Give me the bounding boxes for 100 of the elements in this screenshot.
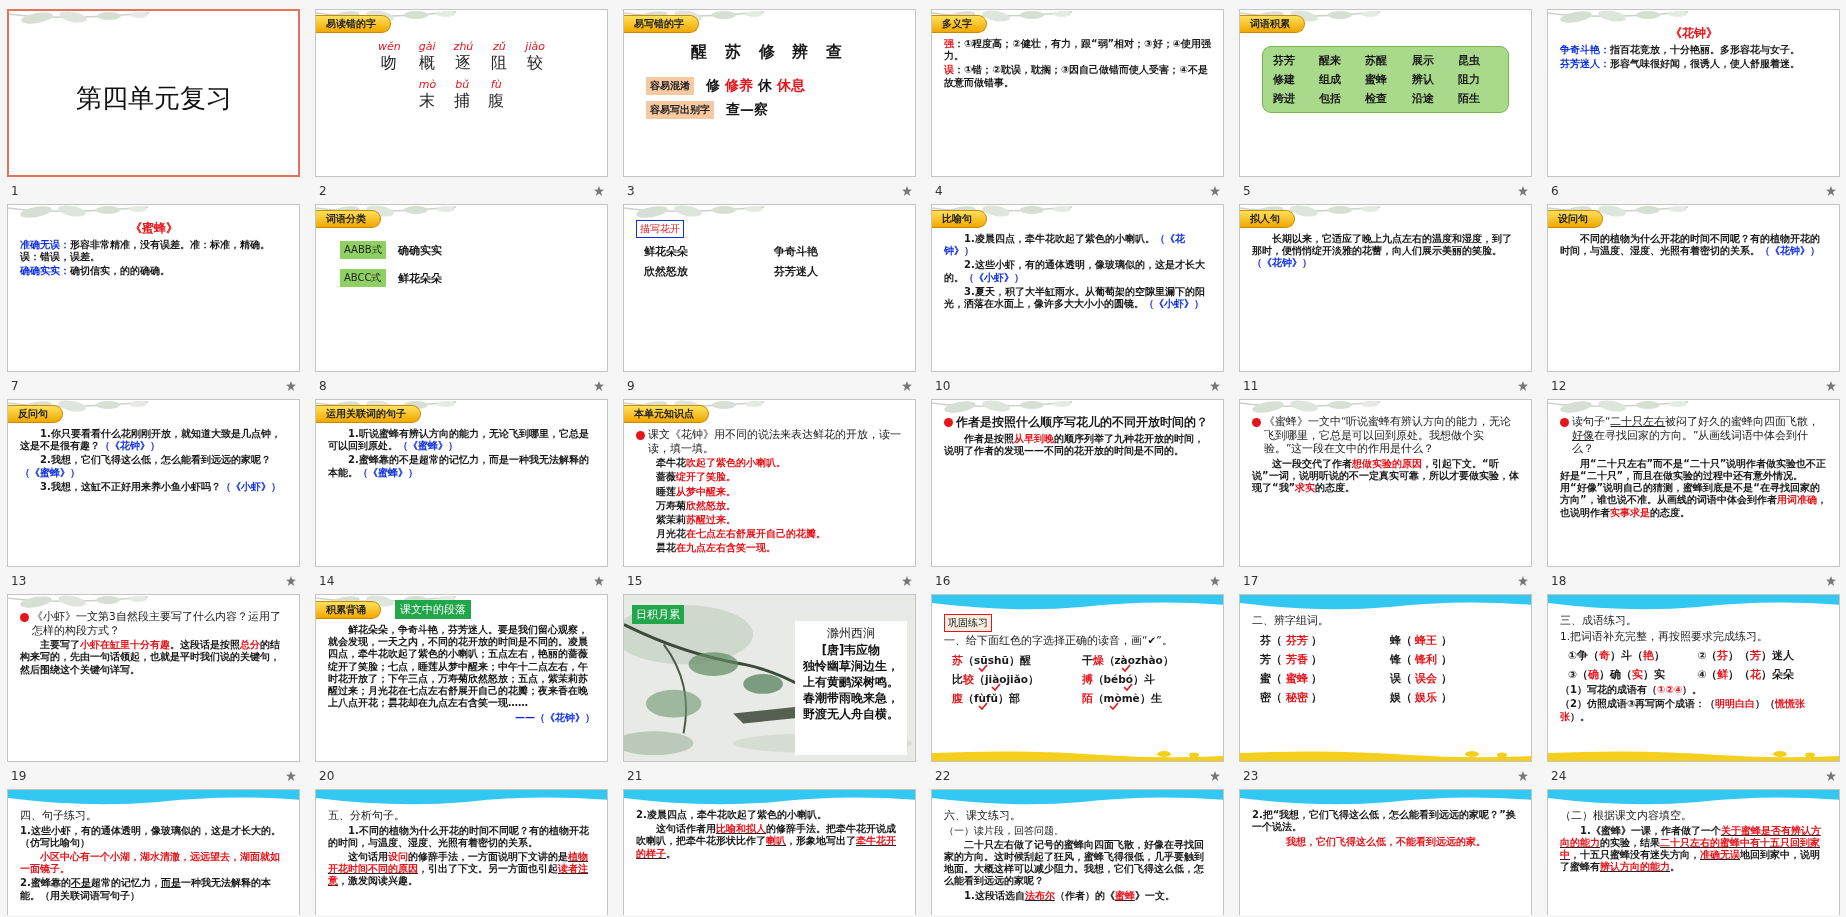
poem-line: 春潮带雨晚来急， [803,691,899,706]
paragraph: 这一段交代了作者想做实验的原因，引起下文。“听说”一词，说明听说的不一定真实可靠，所以才要做实验，体现了“我”求实的态度。 [1252,457,1519,495]
slide-thumbnail[interactable]: 易读错的字 wěn 吻 gài 概 zhú 逐 zǔ 阻 jiào 较 mò 末 bǔ 捕 fù 腹 [315,9,608,177]
section-tag: 积累背诵 [316,600,381,619]
slide-thumbnail[interactable]: 词语积累 芬芳 醒来 苏醒 展示 昆虫 修建 组成 蜜蜂 辨认 阻力 跨进 包括 检查 沿途 陌生 [1239,9,1532,177]
slide-thumbnail[interactable]: 本单元知识点 课文《花钟》用不同的说法来表达鲜花的开放，读一读，填一填。 牵牛花吹起了紫色的小喇叭。 蔷薇绽开了笑脸。 睡莲从梦中醒来。 万寿菊欣然怒放。 紫茉莉苏醒过来。 月光花在七点左右舒展开自己的花瓣。 昙花在九点左右含笑一现。 [623,399,916,567]
word-label: 苏（sūshū）醒 [952,653,1031,668]
paragraph: 《蜜蜂》 [128,220,179,237]
poem-line: 野渡无人舟自横。 [803,707,899,722]
paragraph: （2）仿照成语③再写两个成语：（明明白白）（慌慌张张）。 [1560,698,1807,723]
slide-number: 12 [1551,378,1567,393]
word-label: 蜂（ 蜂王 ） [1389,633,1452,648]
paragraph: 用“二十只左右”而不是“二十只”说明作者做实验也不正好是“二十只”，而且在做实验的过程中还有意外情况。用“好像”说明自己的猜测，蜜蜂到底是不是“在寻找回家的方向”，谁也说不准。从画线的词语中体会到作者用词准确，也说明作者实事求是的态度。 [1560,457,1827,519]
paragraph: 《小虾》一文第3自然段主要写了什么内容？运用了怎样的构段方式？ [32,610,282,638]
slide-thumbnail[interactable]: 二、辨字组词。 芬（ 芬芳 ） 蜂（ 蜂王 ） 芳（ 芳香 ） 锋（ 锋利 ） 蜜（ 蜜蜂 ） 误（ 误会 ） 密（ 秘密 ） 娱（ 娱乐 ） [1239,594,1532,762]
exercise-label: 巩固练习 [944,614,992,632]
slide-thumbnail[interactable]: 积累背诵 课文中的段落 鲜花朵朵，争奇斗艳，芬芳迷人。要是我们留心观察，就会发现，一天之内，不同的花开放的时间是不同的。凌晨四点，牵牛花吹起了紫色的小喇叭；五点左右，艳丽的蔷薇绽开了笑脸；七点，睡莲从梦中醒来；中午十二点左右，午时花开放了；下午三点，万寿菊欣然怒放；五点，紫茉莉苏醒过来；月光花在七点左右舒展开自己的花瓣；夜来香在晚上八点开花；昙花却在九点左右含笑一现…… ——（《花钟》） [315,594,608,762]
pinyin-label: mò [418,78,437,91]
paragraph: 1.凌晨四点，牵牛花吹起了紫色的小喇叭。（《花钟》） [944,233,1186,258]
paragraph: 一、给下面红色的字选择正确的读音，画“✔”。 [944,634,1174,648]
slide-number: 10 [935,378,951,393]
slide-thumbnail[interactable]: 三、成语练习。 1.把词语补充完整，再按照要求完成练习。 ①争（奇）斗（艳） ②（芬）（芳）迷人 ③（确）确（实）实 ④（鲜）（花）朵朵 （1）写花的成语有（①②④）。 （2）仿照成语③再写两个成语：（明明白白）（慌慌张张）。 [1547,594,1840,762]
slide-thumbnail[interactable]: 反问句 1.你只要看看什么花刚刚开放，就知道大致是几点钟，这是不是很有趣？（《花钟》） 2.我想，它们飞得这么低，怎么能看到远远的家呢？ （《蜜蜂》） 3.我想，这缸不正好用来养小鱼小虾吗？（《小虾》） [7,399,300,567]
paragraph: （一）读片段，回答问题。 [944,824,1065,837]
category-label: AABB式 [340,241,386,259]
word-label: 比较（jiàojiǎo） [952,672,1039,687]
word-label: 争奇斗艳 [773,244,818,259]
character-label: 概 [419,53,436,74]
slide-thumbnail[interactable]: 易写错的字 醒 苏 修 辨 查 容易混淆 修 修养 休 休息 容易写出别字 查—察 [623,9,916,177]
word-label: 密（ 秘密 ） [1260,690,1323,705]
section-tag: 词语积累 [1240,15,1305,33]
slide-thumbnail[interactable]: 《蜜蜂》一文中“听说蜜蜂有辨认方向的能力，无论飞到哪里，它总是可以回到原处。我想做个实验。”这一段在文中的作用是什么？ 这一段交代了作者想做实验的原因，引起下文。“听说”一词，说明听说的不一定真实可靠，所以才要做实验，体现了“我”求实的态度。 [1239,399,1532,567]
slide-thumbnail[interactable]: 运用关联词的句子 1.听说蜜蜂有辨认方向的能力，无论飞到哪里，它总是可以回到原处。（《蜜蜂》） 2.蜜蜂靠的不是超常的记忆力，而是一种我无法解释的本能。（《蜜蜂》） [315,399,608,567]
paragraph: 2.蜜蜂靠的不是超常的记忆力，而是一种我无法解释的本能。（《蜜蜂》） [328,454,590,479]
word-label: 腹（fùfǔ）部 [952,691,1021,706]
paragraph: 四、句子练习。 [20,809,98,823]
poem-line: 独怜幽草涧边生， [803,659,899,674]
paragraph: 昙花在九点左右含笑一现。 [655,542,777,555]
slide-thumbnail[interactable]: 比喻句 1.凌晨四点，牵牛花吹起了紫色的小喇叭。（《花钟》） 2.这些小虾，有的通体透明，像玻璃似的，这是才长大的。（《小虾》） 3.夏天，积了大半缸雨水。从葡萄架的空隙里漏下的阳光，洒落在水面上，像许多大大小小的圆镜。（《小虾》） [931,204,1224,372]
slide-thumbnail[interactable]: 第四单元复习 [7,9,300,177]
word-label: 搏（bébó）斗 [1081,672,1155,687]
slide-number: 19 [11,768,27,783]
character-label: 捕 [454,91,471,112]
word-label: 误（ 误会 ） [1389,671,1452,686]
word-label: 醒来 [1319,53,1342,68]
word-label: 检查 [1365,91,1388,106]
slide-thumbnail[interactable]: 五、分析句子。 1.不同的植物为什么开花的时间不同呢？有的植物开花的时间，与温度、湿度、光照有着密切的关系。 这句话用设问的修辞手法，一方面说明下文讲的是植物开花时间不同的原因，引出了下文。另一方面也引起读者注意，激发阅读兴趣。 [315,789,608,915]
slide-number: 24 [1551,768,1567,783]
slide-thumbnail[interactable]: 六、课文练习。 （一）读片段，回答问题。 二十只左右做了记号的蜜蜂向四面飞散，好像在寻找回家的方向。这时候刮起了狂风，蜜蜂飞得很低，几乎要触到地面。大概这样可以减少阻力。我想，它们飞得这么低，怎么能看到远远的家呢？ 1.这段话选自法布尔（作者）的《蜜蜂》一文。 [931,789,1224,915]
section-tag: 设问句 [1548,210,1603,228]
paragraph: 课文《花钟》用不同的说法来表达鲜花的开放，读一读，填一填。 [648,428,902,456]
slide-thumbnail[interactable]: 作者是按照什么顺序写花儿的不同开放时间的？ 作者是按照从早到晚的顺序列举了九种花开放的时间，说明了作者的发现——不同的花开放的时间是不同的。 [931,399,1224,567]
section-tag: 运用关联词的句子 [316,405,421,423]
slide-thumbnail[interactable]: 设问句 不同的植物为什么开花的时间不同呢？有的植物开花的时间，与温度、湿度、光照有着密切的关系。（《花钟》） [1547,204,1840,372]
slide-number: 22 [935,768,951,783]
slide-thumbnail[interactable]: 《蜜蜂》 准确无误：形容非常精准，没有误差。准：标准，精确。误：错误，误差。 确确实实：确切信实，的的确确。 [7,204,300,372]
section-label: 日积月累 [632,605,684,624]
paragraph: 牵牛花吹起了紫色的小喇叭。 [655,457,787,470]
slide-thumbnail[interactable]: 2.把“我想，它们飞得这么低，怎么能看到远远的家呢？”换一个说法。 我想，它们飞得这么低，不能看到远远的家。 [1239,789,1532,915]
section-tag: 拟人句 [1240,210,1295,228]
category-label: 容易混淆 [646,77,694,95]
paragraph: 月光花在七点左右舒展开自己的花瓣。 [655,528,827,541]
paragraph: 争奇斗艳：指百花竞放，十分艳丽。多形容花与女子。 [1560,44,1801,57]
word-label: 干燥（zàozhào） [1081,653,1174,668]
character-label: 逐 [455,53,472,74]
slide-number: 2 [319,183,327,198]
word-label: 阻力 [1457,72,1480,87]
character-row-text: 醒 苏 修 辨 查 [690,42,849,63]
paragraph: 长期以来，它适应了晚上九点左右的温度和湿度，到了那时，便悄悄绽开淡雅的花蕾，向人们展示美丽的笑脸。 （《花钟》） [1252,233,1513,270]
slide-thumbnail[interactable]: 读句子“二十只左右被闷了好久的蜜蜂向四面飞散， 好像在寻找回家的方向。”从画线词语中体会到什么？ 用“二十只左右”而不是“二十只”说明作者做实验也不正好是“二十只”，而且在做实验的过程中还有意外情况。用“好像”说明自己的猜测，蜜蜂到底是不是“在寻找回家的方向”，谁也说不准。从画线的词语中体会到作者用词准确，也说明作者实事求是的态度。 [1547,399,1840,567]
paragraph: 1.不同的植物为什么开花的时间不同呢？有的植物开花的时间，与温度、湿度、光照有着密切的关系。 [328,824,590,849]
section-tag: 反问句 [8,405,63,423]
slide-thumbnail[interactable]: 拟人句 长期以来，它适应了晚上九点左右的温度和湿度，到了那时，便悄悄绽开淡雅的花蕾，向人们展示美丽的笑脸。 （《花钟》） [1239,204,1532,372]
paragraph: 鲜花朵朵，争奇斗艳，芬芳迷人。要是我们留心观察，就会发现，一天之内，不同的花开放的时间是不同的。凌晨四点，牵牛花吹起了紫色的小喇叭；五点左右，艳丽的蔷薇绽开了笑脸；七点，睡莲从梦中醒来；中午十二点左右，午时花开放了；下午三点，万寿菊欣然怒放；五点，紫茉莉苏醒过来；月光花在七点左右舒展开自己的花瓣；夜来香在晚上八点开花；昙花却在九点左右含笑一现…… [328,624,589,710]
slide-thumbnail[interactable]: 四、句子练习。 1.这些小虾，有的通体透明，像玻璃似的，这是才长大的。（仿写比喻句） 小区中心有一个小湖，湖水清澈，远远望去，湖面就如一面镜子。 2.蜜蜂靠的不是超常的记忆力，而是一种我无法解释的本能。（用关联词语写句子） [7,789,300,915]
slide-thumbnail[interactable]: （二）根据课文内容填空。 1.《蜜蜂》一课，作者做了一个关于蜜蜂是否有辨认方向的能力的实验，结果二十只左右的蜜蜂中有十五只回到家中，十五只蜜蜂没有迷失方向，准确无误地回到家中，说明了蜜蜂有辨认方向的能力。 [1547,789,1840,915]
character-label: 腹 [488,91,505,112]
word-label: 芬芳 [1273,53,1295,68]
word-label: 展示 [1411,53,1434,68]
paragraph: 不同的植物为什么开花的时间不同呢？有的植物开花的时间，与温度、湿度、光照有着密切的关系。（《花钟》） [1560,233,1821,258]
word-label: 鲜花朵朵 [644,244,688,259]
slide-thumbnail[interactable]: 2.凌晨四点，牵牛花吹起了紫色的小喇叭。 这句话作者用比喻和拟人的修辞手法。把牵牛花开说成吹喇叭，把牵牛花形状比作了喇叭，形象地写出了牵牛花开的样子。 [623,789,916,915]
slide-thumbnail[interactable]: 描写花开 鲜花朵朵 争奇斗艳 欣然怒放 芬芳迷人 [623,204,916,372]
paragraph: 蔷薇绽开了笑脸。 [655,471,737,484]
paragraph: （1）写花的成语有（①②④）。 [1560,684,1704,697]
section-tag: 本单元知识点 [624,405,709,423]
slide-thumbnail[interactable]: 《花钟》 争奇斗艳：指百花竞放，十分艳丽。多形容花与女子。 芬芳迷人：形容气味很好闻，很诱人，使人舒服着迷。 [1547,9,1840,177]
slide-thumbnail[interactable]: 日积月累 滁州西涧 [唐]韦应物 独怜幽草涧边生， 上有黄鹂深树鸣。 春潮带雨晚来急， 野渡无人舟自横。 [623,594,916,762]
word-label: 锋（ 锋利 ） [1389,652,1452,667]
slide-thumbnail[interactable]: 词语分类 AABB式 确确实实 ABCC式 鲜花朵朵 [315,204,608,372]
word-label: ④（鲜）（花）朵朵 [1697,668,1795,683]
paragraph: 强：①程度高；②健壮，有力，跟“弱”相对；③好；④使用强力。 [944,38,1211,63]
section-tag: 词语分类 [316,210,381,228]
slide-thumbnail[interactable]: 多义字 强：①程度高；②健壮，有力，跟“弱”相对；③好；④使用强力。 误：①错；②耽误，耽搁；③因自己做错而使人受害；④不是故意而做错事。 [931,9,1224,177]
word-label: ②（芬）（芳）迷人 [1697,649,1795,664]
slide-thumbnail[interactable]: 巩固练习 一、给下面红色的字选择正确的读音，画“✔”。 苏（sūshū）醒 干燥（zàozhào） 比较（jiàojiǎo） 搏（bébó）斗 腹（fùfǔ）部 陌（mòmè）生 [931,594,1224,762]
slide-thumbnail[interactable]: 《小虾》一文第3自然段主要写了什么内容？运用了怎样的构段方式？ 主要写了小虾在缸里十分有趣。这段话是按照总分的结构来写的，先由一句话领起，也就是平时我们说的关键句，然后围绕这个关键句详写。 [7,594,300,762]
paragraph: 这句话用设问的修辞手法，一方面说明下文讲的是植物开花时间不同的原因，引出了下文。另一方面也引起读者注意，激发阅读兴趣。 [328,851,589,888]
section-label: 课文中的段落 [395,600,471,619]
paragraph: （二）根据课文内容填空。 [1560,809,1693,823]
